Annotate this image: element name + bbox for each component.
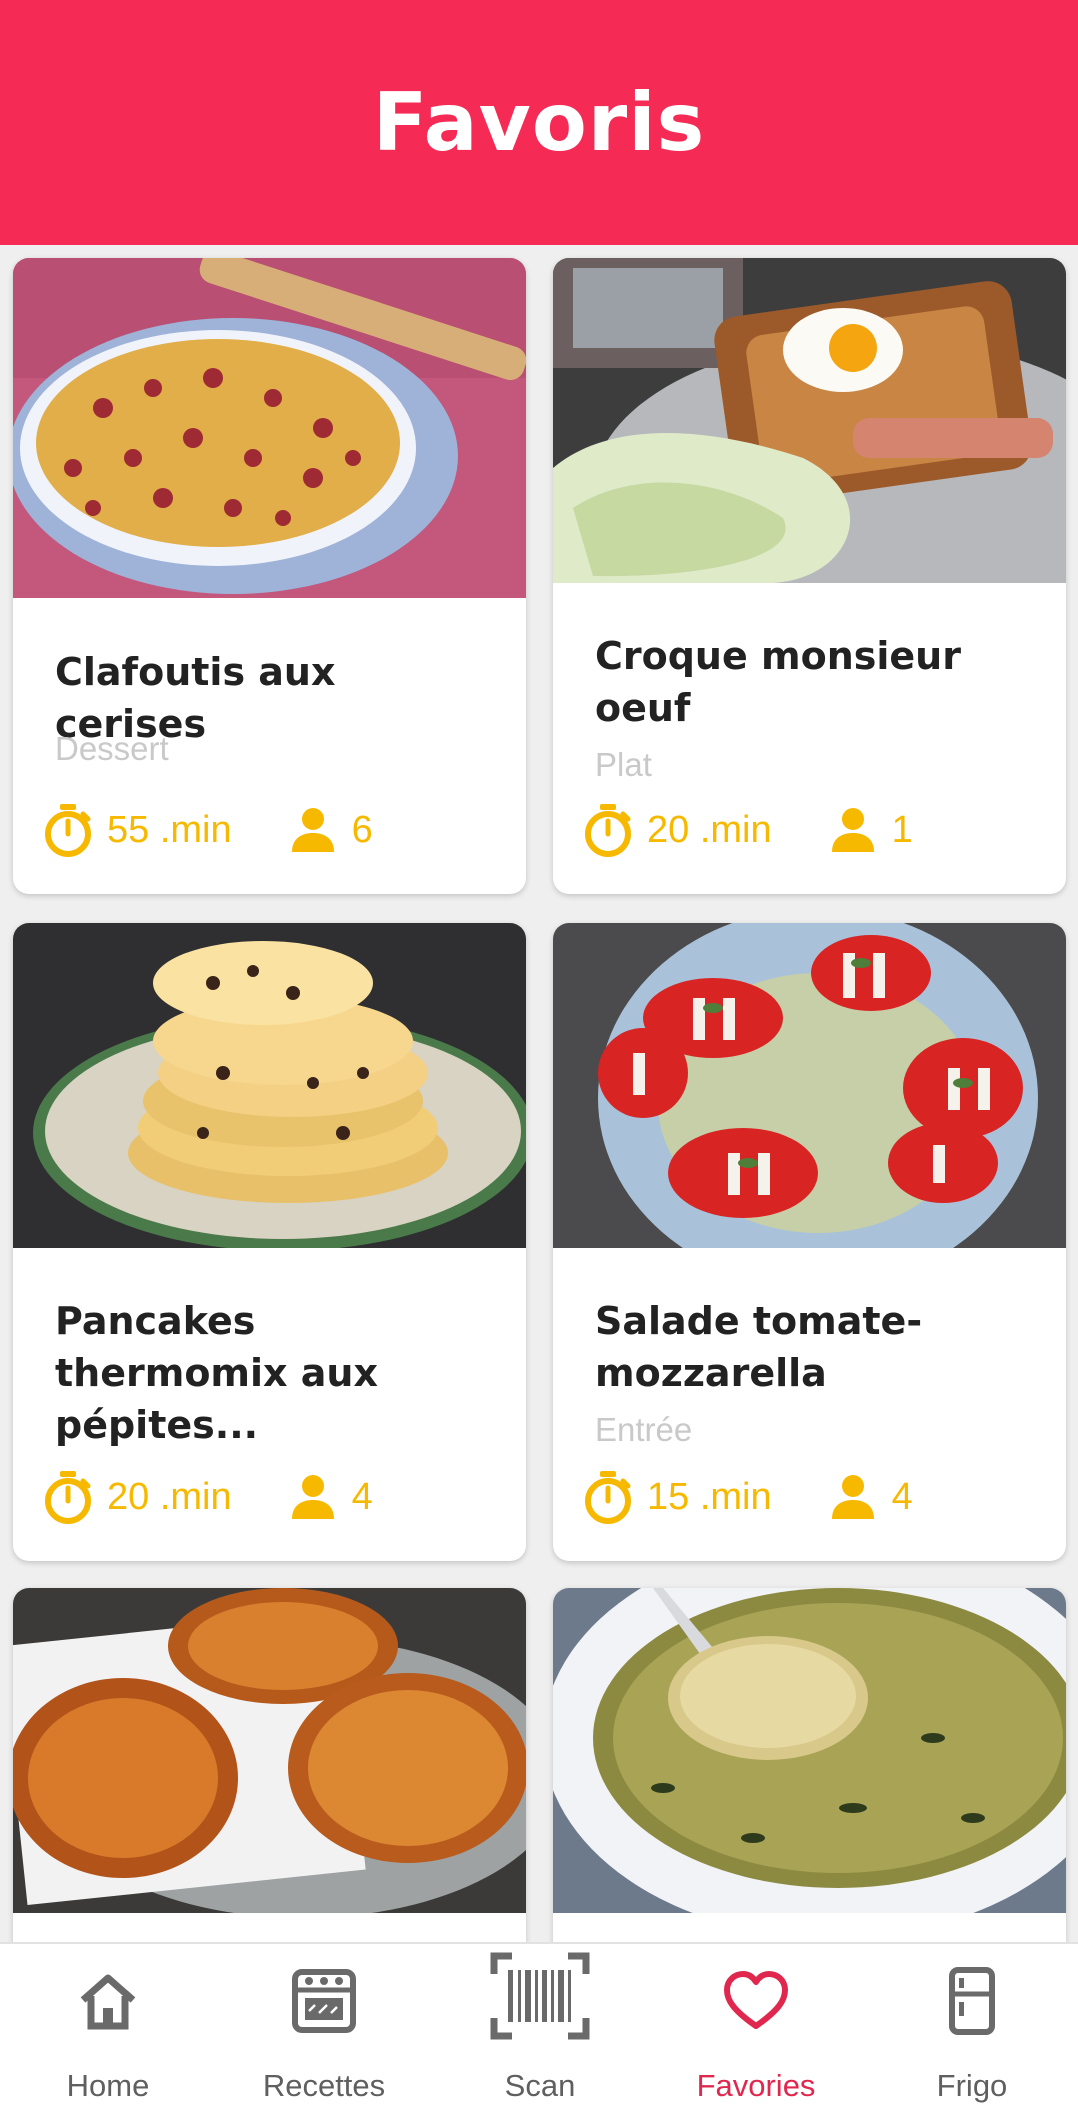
recipe-servings: 1 bbox=[891, 808, 913, 851]
barcode-scan-icon bbox=[490, 1952, 590, 2040]
person-icon bbox=[291, 1475, 334, 1519]
recipe-servings: 4 bbox=[891, 1475, 913, 1518]
app-header: Favoris bbox=[0, 0, 1078, 245]
person-icon bbox=[831, 808, 874, 852]
person-icon bbox=[291, 808, 334, 852]
recipe-meta: 15 .min 4 bbox=[583, 1469, 913, 1525]
home-icon bbox=[80, 1974, 136, 2030]
stopwatch-icon bbox=[585, 804, 631, 857]
recipe-title: Croque monsieur oeuf bbox=[595, 634, 961, 730]
recipe-title: Salade tomate-mozzarella bbox=[595, 1299, 923, 1395]
bottom-navigation: Home Recettes Scan Favories Frigo bbox=[0, 1942, 1078, 2114]
recipe-time: 20 .min bbox=[647, 808, 772, 851]
recipe-time: 55 .min bbox=[107, 808, 232, 851]
recipe-category: Entrée bbox=[595, 1411, 693, 1448]
nav-label: Recettes bbox=[262, 2068, 386, 2103]
recipe-title: Pancakes thermomix aux pépites... bbox=[55, 1299, 378, 1447]
recipe-servings: 4 bbox=[351, 1475, 373, 1518]
recipe-image bbox=[553, 1588, 1066, 1913]
recipe-image bbox=[13, 923, 526, 1248]
nav-item-recettes[interactable]: Recettes bbox=[216, 1944, 432, 2114]
heart-icon bbox=[724, 1971, 788, 2029]
person-icon bbox=[831, 1475, 874, 1519]
fridge-icon bbox=[949, 1967, 995, 2035]
page-title: Favoris bbox=[372, 76, 706, 169]
nav-item-scan[interactable]: Scan bbox=[432, 1944, 648, 2114]
nav-item-home[interactable]: Home bbox=[0, 1944, 216, 2114]
stopwatch-icon bbox=[45, 804, 91, 857]
recipe-card[interactable]: Clafoutis aux cerises Dessert 55 .min 6 bbox=[13, 258, 526, 894]
recipe-time: 20 .min bbox=[107, 1475, 232, 1518]
recipe-time: 15 .min bbox=[647, 1475, 772, 1518]
recipe-card[interactable]: Pancakes thermomix aux pépites... 20 .mi… bbox=[13, 923, 526, 1561]
nav-item-favories[interactable]: Favories bbox=[648, 1944, 864, 2114]
recipe-category: Plat bbox=[595, 746, 652, 783]
nav-label: Home bbox=[66, 2068, 150, 2103]
recipe-servings: 6 bbox=[351, 808, 373, 851]
recipe-card[interactable]: Salade tomate-mozzarella Entrée 15 .min … bbox=[553, 923, 1066, 1561]
recipe-image bbox=[553, 923, 1066, 1248]
recipe-card[interactable]: Croque monsieur oeuf Plat 20 .min 1 bbox=[553, 258, 1066, 894]
recipe-meta: 20 .min 1 bbox=[583, 802, 913, 858]
recipe-image bbox=[553, 258, 1066, 583]
recipe-meta: 20 .min 4 bbox=[43, 1469, 373, 1525]
nav-label: Frigo bbox=[936, 2068, 1008, 2103]
nav-label: Scan bbox=[504, 2068, 576, 2103]
recipe-meta: 55 .min 6 bbox=[43, 802, 373, 858]
recipe-category: Dessert bbox=[55, 730, 169, 767]
recipe-image bbox=[13, 1588, 526, 1913]
recipe-image bbox=[13, 258, 526, 598]
nav-item-frigo[interactable]: Frigo bbox=[864, 1944, 1078, 2114]
stopwatch-icon bbox=[45, 1471, 91, 1524]
stopwatch-icon bbox=[585, 1471, 631, 1524]
oven-icon bbox=[292, 1969, 356, 2033]
nav-label: Favories bbox=[696, 2068, 816, 2103]
